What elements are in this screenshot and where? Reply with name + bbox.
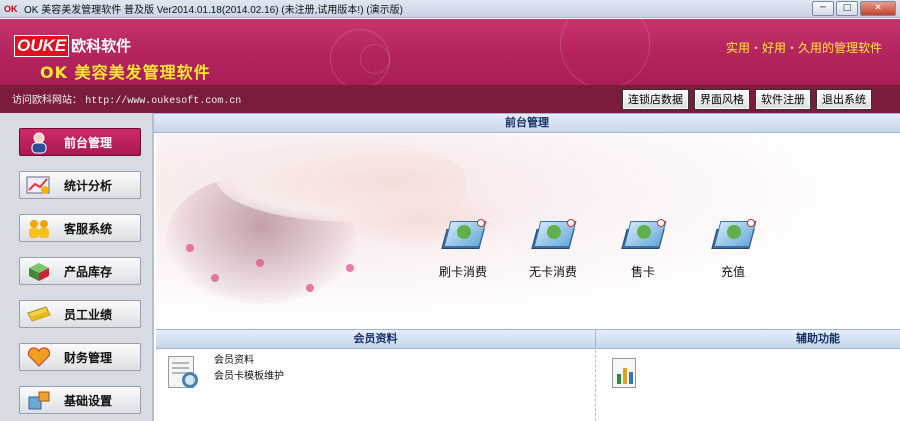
software-register-button[interactable]: 软件注册 — [755, 89, 811, 110]
member-card-template-link[interactable]: 会员卡模板维护 — [214, 369, 284, 385]
tools-icon — [24, 387, 54, 413]
sidebar-item-label: 客服系统 — [64, 221, 113, 236]
close-button[interactable]: ✕ — [860, 1, 896, 16]
section-divider — [595, 350, 596, 421]
website-label: 访问欧科网站： — [12, 95, 82, 106]
sidebar-item-label: 前台管理 — [64, 135, 113, 150]
card-icon — [621, 219, 667, 255]
petal — [256, 259, 264, 267]
main-panel: 前台管理 刷卡消费 无卡消费 售卡 充值 会员资料 辅助功能 会员资料 会员卡模… — [154, 113, 900, 421]
product-name: OK 美容美发管理软件 — [40, 63, 211, 82]
slogan: 实用・好用・久用的管理软件 — [725, 41, 882, 55]
member-links: 会员资料 会员卡模板维护 — [214, 353, 284, 385]
front-desk-header: 前台管理 — [154, 113, 900, 133]
heart-icon — [24, 344, 54, 370]
url-bar: 访问欧科网站： http://www.oukesoft.com.cn 连锁店数据… — [0, 85, 900, 113]
auxiliary-header: 辅助功能 — [595, 329, 900, 349]
member-info-link[interactable]: 会员资料 — [214, 353, 284, 369]
sidebar-item-label: 员工业绩 — [64, 307, 113, 322]
top-toolbar: 连锁店数据 界面风格 软件注册 退出系统 — [617, 89, 872, 110]
card-icon — [531, 219, 577, 255]
document-search-icon[interactable] — [168, 356, 202, 392]
app-icon: OK — [4, 3, 18, 14]
website-info: 访问欧科网站： http://www.oukesoft.com.cn — [12, 91, 241, 107]
window-controls: ─ □ ✕ — [810, 1, 896, 16]
ui-style-button[interactable]: 界面风格 — [694, 89, 750, 110]
window-title: OK 美容美发管理软件 普及版 Ver2014.01.18(2014.02.16… — [24, 5, 403, 16]
sell-card-button[interactable]: 售卡 — [608, 219, 678, 280]
hero-image: 刷卡消费 无卡消费 售卡 充值 — [156, 134, 900, 329]
petal — [186, 244, 194, 252]
box-icon — [24, 258, 54, 284]
window-titlebar: OK OK 美容美发管理软件 普及版 Ver2014.01.18(2014.02… — [0, 0, 900, 18]
action-label: 无卡消费 — [528, 265, 577, 279]
brand-logo: OUKE 欧科软件 — [14, 35, 131, 57]
sidebar-item-customer-service[interactable]: 客服系统 — [19, 214, 141, 242]
recharge-button[interactable]: 充值 — [698, 219, 768, 280]
people-icon — [24, 215, 54, 241]
chain-store-data-button[interactable]: 连锁店数据 — [622, 89, 689, 110]
sidebar-item-statistics[interactable]: 统计分析 — [19, 171, 141, 199]
petal — [346, 264, 354, 272]
no-card-consume-button[interactable]: 无卡消费 — [518, 219, 588, 280]
sidebar-item-front-desk[interactable]: 前台管理 — [19, 128, 141, 156]
sidebar-item-label: 统计分析 — [64, 178, 113, 193]
header-banner: OUKE 欧科软件 OK 美容美发管理软件 实用・好用・久用的管理软件 — [0, 19, 900, 85]
report-chart-icon[interactable] — [612, 358, 636, 388]
flower-decoration — [360, 44, 390, 74]
action-label: 售卡 — [630, 265, 655, 279]
brand-latin: OUKE — [14, 35, 70, 57]
sidebar-item-label: 基础设置 — [64, 393, 113, 408]
brand-chinese: 欧科软件 — [71, 37, 132, 55]
sidebar-item-label: 产品库存 — [64, 264, 113, 279]
member-info-header: 会员资料 — [156, 329, 595, 349]
minimize-button[interactable]: ─ — [812, 1, 834, 16]
website-link[interactable]: http://www.oukesoft.com.cn — [85, 96, 241, 107]
sidebar-item-label: 财务管理 — [64, 350, 113, 365]
folder-icon — [24, 301, 54, 327]
sidebar-item-finance[interactable]: 财务管理 — [19, 343, 141, 371]
sidebar-item-staff-performance[interactable]: 员工业绩 — [19, 300, 141, 328]
action-label: 刷卡消费 — [438, 265, 487, 279]
exit-system-button[interactable]: 退出系统 — [816, 89, 872, 110]
card-icon — [711, 219, 757, 255]
person-icon — [24, 129, 54, 155]
petal — [211, 274, 219, 282]
sidebar-item-settings[interactable]: 基础设置 — [19, 386, 141, 414]
sidebar: 前台管理 统计分析 客服系统 产品库存 员工业绩 财务管理 基础设置 — [0, 113, 154, 421]
action-label: 充值 — [720, 265, 745, 279]
sidebar-item-inventory[interactable]: 产品库存 — [19, 257, 141, 285]
swipe-card-consume-button[interactable]: 刷卡消费 — [428, 219, 498, 280]
card-icon — [441, 219, 487, 255]
petal — [306, 284, 314, 292]
maximize-button[interactable]: □ — [836, 1, 858, 16]
chart-icon — [24, 172, 54, 198]
flower-decoration — [560, 19, 650, 85]
